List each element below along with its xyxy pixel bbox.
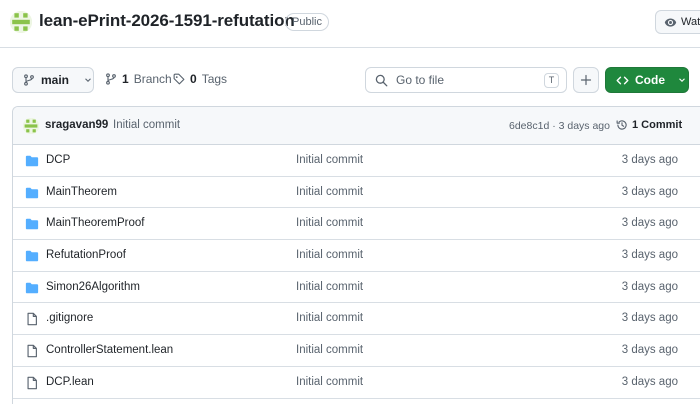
file-commit-date: 3 days ago <box>621 312 678 325</box>
file-row[interactable]: MainTheoremProof Initial commit 3 days ago <box>13 208 700 241</box>
code-label: Code <box>635 73 665 87</box>
tags-link[interactable]: 0 Tags <box>173 72 227 86</box>
file-icon <box>25 312 39 326</box>
header-divider <box>0 47 700 48</box>
keyboard-shortcut-hint: T <box>544 73 559 88</box>
add-file-button[interactable] <box>573 67 599 93</box>
branch-label: Branch <box>133 72 172 86</box>
go-to-file-input[interactable]: Go to file T <box>365 67 567 93</box>
file-icon <box>25 344 39 358</box>
code-icon <box>616 74 629 87</box>
eye-icon <box>664 16 677 29</box>
visibility-badge: Public <box>285 13 329 31</box>
file-commit-date: 3 days ago <box>621 185 678 198</box>
file-commit-date: 3 days ago <box>621 280 678 293</box>
file-row[interactable]: RefutationProof Initial commit 3 days ago <box>13 240 700 272</box>
file-commit-message[interactable]: Initial commit <box>296 249 363 261</box>
commit-count: 1 Commit <box>632 119 683 131</box>
watch-button[interactable]: Watch <box>655 10 700 34</box>
file-name-link[interactable]: RefutationProof <box>46 249 126 261</box>
folder-icon <box>25 217 39 231</box>
folder-icon <box>25 154 39 168</box>
chevron-down-icon <box>83 75 93 85</box>
git-branch-icon <box>105 73 117 85</box>
file-name-link[interactable]: Simon26Algorithm <box>46 281 140 293</box>
file-row[interactable]: DCP.lean Initial commit 3 days ago <box>13 367 700 399</box>
watch-label: Watch <box>681 16 700 28</box>
file-commit-message[interactable]: Initial commit <box>296 154 363 166</box>
folder-icon <box>25 281 39 295</box>
folder-icon <box>25 249 39 263</box>
file-row[interactable]: .gitignore Initial commit 3 days ago <box>13 303 700 336</box>
file-row[interactable]: DCP Initial commit 3 days ago <box>13 145 700 177</box>
repo-toolbar: main 1 Branch 0 Tags Go to file T Code <box>0 67 700 93</box>
commit-author[interactable]: sragavan99 <box>45 119 108 131</box>
branch-count: 1 <box>122 72 129 86</box>
go-to-file-placeholder: Go to file <box>396 73 445 87</box>
file-commit-date: 3 days ago <box>621 217 678 230</box>
file-icon <box>25 376 39 390</box>
branch-selector[interactable]: main <box>12 67 94 93</box>
file-name-link[interactable]: MainTheorem <box>46 186 117 198</box>
file-commit-message[interactable]: Initial commit <box>296 186 363 198</box>
file-commit-date: 3 days ago <box>621 249 678 262</box>
commit-message[interactable]: Initial commit <box>113 119 180 131</box>
branches-link[interactable]: 1 Branch <box>105 72 172 86</box>
repo-header: lean-ePrint-2026-1591-refutation Public … <box>0 0 700 46</box>
chevron-down-icon <box>677 75 687 85</box>
file-name-link[interactable]: DCP.lean <box>46 376 94 388</box>
git-branch-icon <box>23 74 35 86</box>
file-row[interactable]: MainTheorem Initial commit 3 days ago <box>13 177 700 209</box>
file-commit-message[interactable]: Initial commit <box>296 376 363 388</box>
file-commit-date: 3 days ago <box>621 375 678 388</box>
branch-name: main <box>41 73 70 87</box>
commit-author-avatar[interactable] <box>23 118 39 134</box>
commit-meta[interactable]: 6de8c1d · 3 days ago <box>509 120 610 132</box>
folder-icon <box>25 186 39 200</box>
code-button[interactable]: Code <box>605 67 689 93</box>
file-row[interactable]: Simon26Algorithm Initial commit 3 days ago <box>13 272 700 304</box>
file-commit-date: 3 days ago <box>621 154 678 166</box>
file-commit-message[interactable]: Initial commit <box>296 217 363 229</box>
repo-name[interactable]: lean-ePrint-2026-1591-refutation <box>39 11 295 31</box>
owner-avatar[interactable] <box>10 11 32 33</box>
file-commit-date: 3 days ago <box>621 344 678 357</box>
file-name-link[interactable]: MainTheoremProof <box>46 217 144 229</box>
history-icon <box>616 119 628 131</box>
plus-icon <box>580 74 592 86</box>
file-name-link[interactable]: ControllerStatement.lean <box>46 344 173 356</box>
commit-history-link[interactable]: 1 Commit <box>616 119 682 131</box>
tag-label: Tags <box>201 72 228 86</box>
file-commit-message[interactable]: Initial commit <box>296 344 363 356</box>
tag-icon <box>173 73 185 85</box>
file-browser: sragavan99 Initial commit 6de8c1d · 3 da… <box>12 106 700 404</box>
file-commit-message[interactable]: Initial commit <box>296 281 363 293</box>
file-name-link[interactable]: DCP <box>46 154 70 166</box>
file-name-link[interactable]: .gitignore <box>46 312 93 324</box>
file-commit-message[interactable]: Initial commit <box>296 312 363 324</box>
file-list: DCP Initial commit 3 days ago MainTheorem In… <box>13 145 700 399</box>
file-row[interactable]: ControllerStatement.lean Initial commit 3 … <box>13 335 700 367</box>
latest-commit-bar: sragavan99 Initial commit 6de8c1d · 3 da… <box>13 107 700 145</box>
tag-count: 0 <box>190 72 197 86</box>
search-icon <box>375 74 388 87</box>
